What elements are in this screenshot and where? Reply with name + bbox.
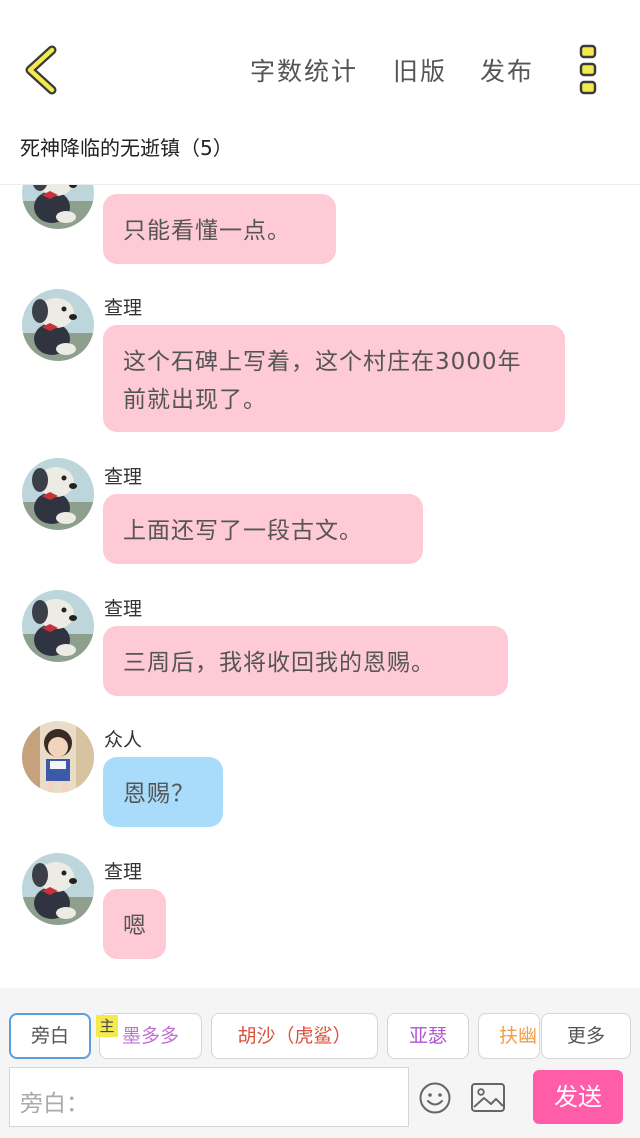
avatar[interactable]	[22, 853, 94, 925]
sender-name: 查理	[104, 598, 143, 620]
role-husha-button[interactable]: 胡沙（虎鲨）	[211, 1013, 378, 1059]
chat-area[interactable]: 只能看懂一点。 查理 这个石碑上写着，这个村庄在3000年前就出现了。 查理 上…	[0, 185, 640, 988]
role-fuyou-button[interactable]: 扶幽	[478, 1013, 540, 1059]
composer-panel: 旁白 墨多多 主 胡沙（虎鲨） 亚瑟 扶幽 更多 旁白： 发送	[0, 988, 640, 1138]
message-bubble[interactable]: 嗯	[103, 889, 166, 959]
dog-avatar-icon	[22, 458, 94, 530]
role-arthur-button[interactable]: 亚瑟	[387, 1013, 469, 1059]
message-bubble[interactable]: 这个石碑上写着，这个村庄在3000年前就出现了。	[103, 325, 565, 432]
word-count-button[interactable]: 字数统计	[250, 52, 358, 88]
emoji-button[interactable]	[418, 1081, 452, 1115]
avatar[interactable]	[22, 289, 94, 361]
message-bubble[interactable]: 上面还写了一段古文。	[103, 494, 423, 564]
sender-name: 查理	[104, 297, 143, 319]
avatar[interactable]	[22, 185, 94, 229]
smiley-icon	[419, 1082, 451, 1114]
top-bar: 字数统计 旧版 发布 死神降临的无逝镇（5）	[0, 0, 640, 160]
dog-avatar-icon	[22, 185, 94, 229]
main-role-badge: 主	[96, 1015, 118, 1037]
publish-button[interactable]: 发布	[480, 52, 534, 88]
avatar[interactable]	[22, 458, 94, 530]
avatar[interactable]	[22, 590, 94, 662]
story-title: 死神降临的无逝镇（5）	[20, 136, 233, 160]
dog-avatar-icon	[22, 590, 94, 662]
sender-name: 查理	[104, 466, 143, 488]
message-input[interactable]: 旁白：	[9, 1067, 409, 1127]
sender-name: 查理	[104, 861, 143, 883]
back-button[interactable]	[20, 44, 64, 96]
message-bubble[interactable]: 三周后，我将收回我的恩赐。	[103, 626, 508, 696]
more-vertical-icon	[579, 44, 597, 95]
girl-avatar-icon	[22, 721, 94, 793]
role-narration-button[interactable]: 旁白	[9, 1013, 91, 1059]
message-bubble[interactable]: 恩赐？	[103, 757, 223, 827]
dog-avatar-icon	[22, 853, 94, 925]
more-roles-button[interactable]: 更多	[541, 1013, 631, 1059]
image-button[interactable]	[470, 1081, 506, 1115]
dog-avatar-icon	[22, 289, 94, 361]
image-icon	[471, 1083, 505, 1112]
old-version-button[interactable]: 旧版	[393, 52, 447, 88]
chevron-left-icon	[25, 45, 57, 95]
message-bubble[interactable]: 只能看懂一点。	[103, 194, 336, 264]
avatar[interactable]	[22, 721, 94, 793]
send-button[interactable]: 发送	[533, 1070, 623, 1124]
sender-name: 众人	[104, 729, 143, 751]
more-menu-button[interactable]	[574, 42, 604, 98]
